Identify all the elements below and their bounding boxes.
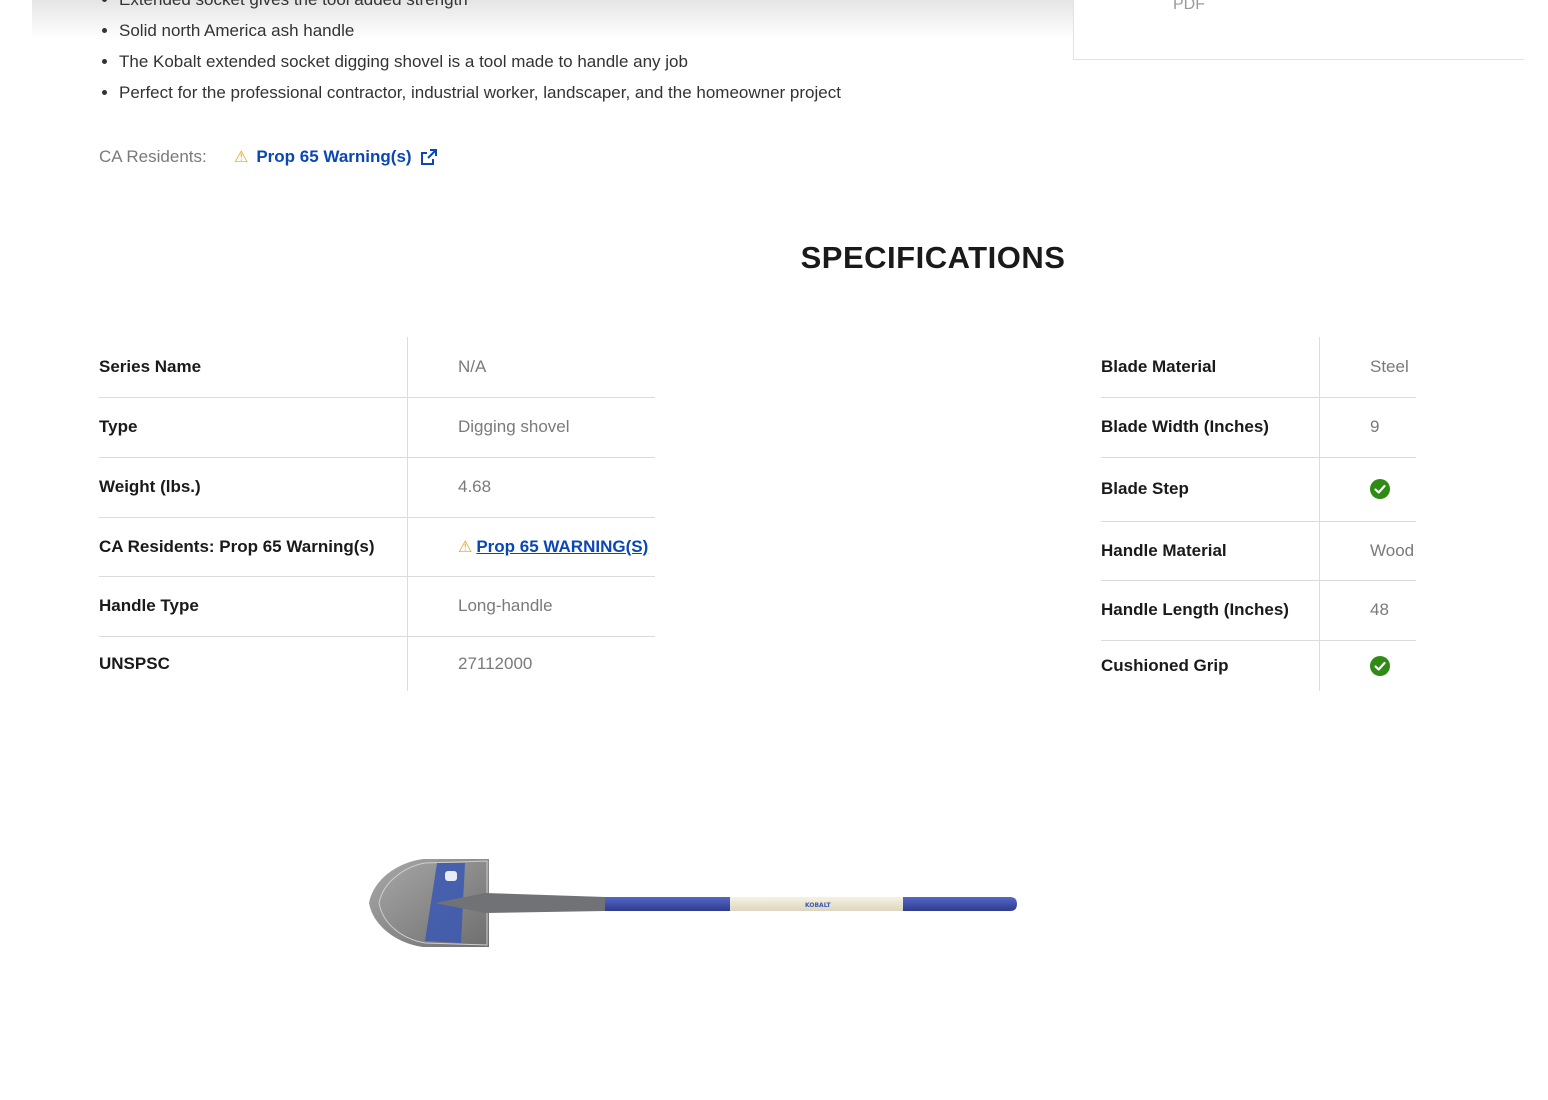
check-icon — [1370, 479, 1390, 500]
spec-key: Handle Type — [99, 575, 408, 636]
spec-key: UNSPSC — [99, 635, 408, 691]
spec-key: Blade Step — [1101, 456, 1320, 521]
prop65-warning-link[interactable]: Prop 65 WARNING(S) — [476, 537, 648, 556]
specifications-heading: SPECIFICATIONS — [800, 240, 1066, 275]
feature-item: Solid north America ash handle — [119, 15, 841, 46]
spec-row: CA Residents: Prop 65 Warning(s) ⚠ Prop 6… — [99, 516, 655, 576]
spec-value: 48 — [1319, 579, 1416, 640]
feature-item: The Kobalt extended socket digging shove… — [119, 46, 841, 77]
spec-value — [1319, 456, 1416, 521]
spec-value: Long-handle — [407, 575, 655, 636]
prop65-warning-link[interactable]: Prop 65 Warning(s) — [256, 147, 411, 167]
spec-key: Cushioned Grip — [1101, 639, 1320, 691]
spec-value: 27112000 — [407, 635, 655, 691]
spec-key: Blade Material — [1101, 337, 1320, 397]
spec-row: Weight (lbs.) 4.68 — [99, 456, 655, 517]
spec-row: Blade Material Steel — [1101, 337, 1416, 397]
spec-value — [1319, 639, 1416, 691]
spec-row: Handle Type Long-handle — [99, 575, 655, 636]
spec-row: Handle Material Wood — [1101, 520, 1416, 580]
ca-residents-label: CA Residents: — [99, 147, 207, 166]
spec-value: Steel — [1370, 356, 1409, 376]
spec-row: UNSPSC 27112000 — [99, 635, 655, 691]
spec-row: Blade Width (Inches) 9 — [1101, 396, 1416, 457]
feature-list: Extended socket gives the tool added str… — [99, 0, 841, 108]
spec-row: Blade Step — [1101, 456, 1416, 521]
spec-value-prop65: ⚠ Prop 65 WARNING(S) — [407, 516, 655, 576]
spec-value: N/A — [458, 356, 487, 376]
spec-value: Wood — [1319, 520, 1416, 580]
spec-value: 4.68 — [407, 456, 655, 517]
spec-row: Cushioned Grip — [1101, 639, 1416, 691]
spec-value: 9 — [1319, 396, 1416, 457]
spec-key: Type — [99, 396, 408, 457]
spec-key: Weight (lbs.) — [99, 456, 408, 517]
warning-triangle-icon: ⚠ — [458, 538, 473, 556]
spec-key: Handle Material — [1101, 520, 1320, 580]
warning-triangle-icon: ⚠ — [234, 149, 249, 166]
ca-residents-row: CA Residents: ⚠ Prop 65 Warning(s) — [99, 145, 438, 169]
pdf-label[interactable]: PDF — [1173, 0, 1205, 14]
spec-key: Series Name — [99, 337, 408, 397]
spec-key: Blade Width (Inches) — [1101, 396, 1320, 457]
specifications-table-left: Series Name N/A Type Digging shovel Weig… — [99, 337, 655, 691]
feature-item: Perfect for the professional contractor,… — [119, 77, 841, 108]
documents-panel: PDF — [1073, 0, 1524, 60]
spec-value: Digging shovel — [407, 396, 655, 457]
external-link-icon[interactable] — [420, 148, 438, 166]
product-details-page: Extended socket gives the tool added str… — [0, 0, 1548, 1100]
spec-row: Series Name N/A — [99, 337, 655, 397]
feature-item: Extended socket gives the tool added str… — [119, 0, 841, 15]
brand-text: KOBALT — [805, 902, 832, 909]
shovel-shaft: KOBALT — [435, 893, 1017, 913]
specifications-table-right: Blade Material Steel Blade Width (Inches… — [1101, 337, 1416, 691]
spec-key: CA Residents: Prop 65 Warning(s) — [99, 516, 408, 576]
spec-row: Type Digging shovel — [99, 396, 655, 457]
spec-row: Handle Length (Inches) 48 — [1101, 579, 1416, 640]
product-image-shovel[interactable]: KOBALT — [365, 855, 1020, 955]
check-icon — [1370, 656, 1390, 676]
spec-key: Handle Length (Inches) — [1101, 579, 1320, 640]
